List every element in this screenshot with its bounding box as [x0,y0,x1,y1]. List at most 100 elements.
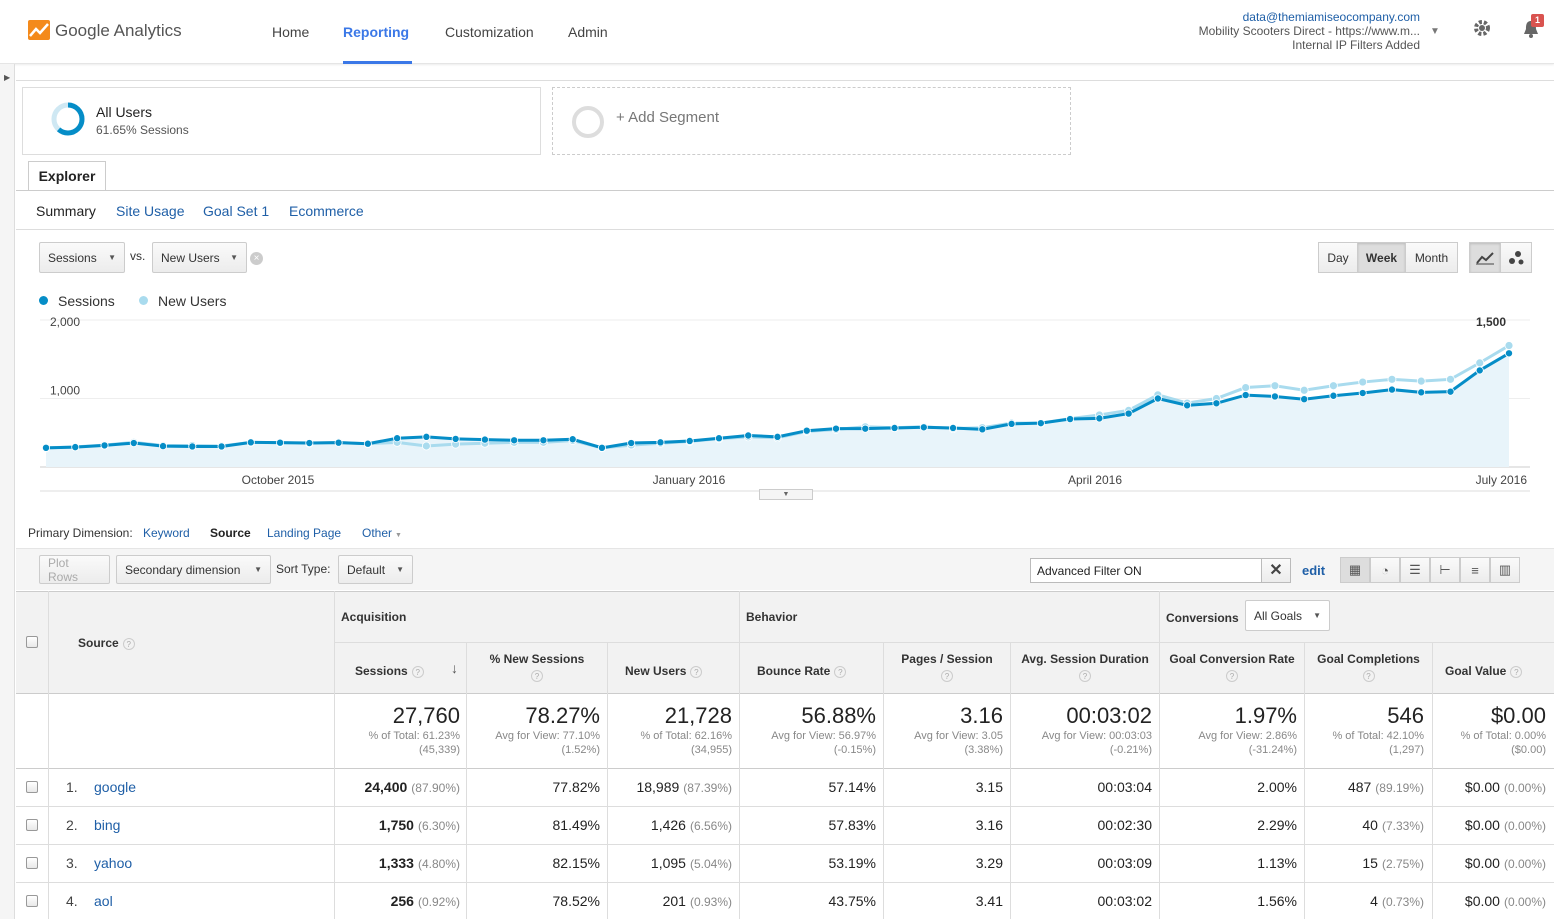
app-logo-text[interactable]: Google Analytics [55,21,182,41]
sessions-point [685,436,694,445]
sessions-point [188,442,197,451]
plot-rows-button[interactable]: Plot Rows [39,555,110,584]
top-nav-bar: Google Analytics Home Reporting Customiz… [0,0,1554,64]
performance-view-icon[interactable]: ☰ [1400,557,1430,583]
add-segment-label[interactable]: + Add Segment [616,109,719,126]
row-checkbox[interactable] [26,857,38,869]
help-icon[interactable]: ? [1226,669,1238,682]
help-icon[interactable]: ? [834,665,847,678]
cell-completions: 487 [1347,779,1372,795]
row-checkbox[interactable] [26,781,38,793]
cell-new-sessions: 81.49% [553,817,600,833]
source-link[interactable]: google [94,779,136,795]
add-segment-card[interactable]: + Add Segment [552,87,1071,155]
google-analytics-logo-icon[interactable] [28,20,50,40]
help-icon[interactable]: ? [1362,669,1375,682]
motion-chart-view-icon[interactable] [1500,242,1532,273]
select-all-checkbox[interactable] [26,636,38,648]
cell-source: yahoo [94,855,133,871]
col-header-bounce-rate[interactable]: Bounce Rate? [757,664,847,678]
help-icon[interactable]: ? [1510,665,1523,678]
expand-sidebar-icon[interactable]: ▶ [4,73,10,82]
help-icon[interactable]: ? [411,665,424,678]
cell-new_users: 201 [662,893,686,909]
sessions-area-fill [46,353,1509,467]
cell-bounce: 57.14% [828,779,876,795]
help-icon[interactable]: ? [531,669,543,682]
cell-bounce-rate: 57.14% [829,779,876,795]
metric-select-sessions[interactable]: Sessions ▼ [39,242,125,273]
cell-conv_rate: 2.00% [1257,779,1297,795]
dimension-source[interactable]: Source [210,526,251,540]
help-icon[interactable]: ? [941,669,953,682]
subtab-ecommerce[interactable]: Ecommerce [289,203,364,219]
gear-icon[interactable] [1472,18,1492,43]
cell-completions_pct: (7.33%) [1381,819,1424,833]
subtab-summary[interactable]: Summary [36,203,96,219]
edit-filter-link[interactable]: edit [1302,563,1325,578]
divider [16,806,1554,807]
help-icon[interactable]: ? [1079,669,1091,682]
x-axis-tick-label: October 2015 [242,473,315,487]
term-cloud-view-icon[interactable]: ≡ [1460,557,1490,583]
pie-view-icon[interactable]: ◔ [1370,557,1400,583]
col-header-new-users[interactable]: New Users? [625,664,703,678]
segment-card-all-users[interactable]: All Users 61.65% Sessions [22,87,541,155]
metric-select-new-users[interactable]: New Users ▼ [152,242,247,273]
source-link[interactable]: aol [94,893,113,909]
dimension-landing-page[interactable]: Landing Page [267,526,341,540]
sort-type-value: Default [347,562,386,577]
sort-arrow-down-icon[interactable]: ↓ [451,660,458,676]
line-chart-view-icon[interactable] [1469,242,1501,273]
dimension-keyword[interactable]: Keyword [143,526,190,540]
col-header-pages-session[interactable]: Pages / Session? [884,651,1010,683]
subtab-goal-set-1[interactable]: Goal Set 1 [203,203,269,219]
chevron-down-icon: ▼ [395,532,402,539]
secondary-dimension-select[interactable]: Secondary dimension ▼ [116,555,271,584]
help-icon[interactable]: ? [122,637,135,650]
row-checkbox[interactable] [26,819,38,831]
source-link[interactable]: yahoo [94,855,132,871]
period-week-button[interactable]: Week [1357,242,1406,273]
account-dropdown-icon[interactable]: ▼ [1430,26,1440,37]
divider [16,80,1554,81]
cell-new_users_pct: (5.04%) [689,857,732,871]
nav-tab-home[interactable]: Home [272,24,309,40]
row-checkbox[interactable] [26,895,38,907]
col-divider [883,642,884,919]
nav-tab-reporting[interactable]: Reporting [343,24,409,40]
account-selector[interactable]: data@themiamiseocompany.com Mobility Sco… [1199,10,1420,52]
col-header-goal-conversion-rate[interactable]: Goal Conversion Rate? [1160,651,1304,683]
col-header-new-sessions[interactable]: % New Sessions? [467,651,607,683]
new-users-point [1416,376,1426,386]
source-column-header[interactable]: Source? [78,636,135,650]
source-link[interactable]: bing [94,817,120,833]
dimension-other[interactable]: Other ▼ [362,526,402,540]
cell-goal-value: $0.00 (0.00%) [1465,779,1546,795]
period-day-button[interactable]: Day [1318,242,1358,273]
subtab-site-usage[interactable]: Site Usage [116,203,184,219]
advanced-filter-input[interactable]: Advanced Filter ON [1030,558,1291,583]
clear-filter-icon[interactable]: ✕ [1261,558,1291,583]
help-icon[interactable]: ? [690,665,703,678]
table-view-icon[interactable]: ▦ [1340,557,1370,583]
col-header-goal-completions[interactable]: Goal Completions? [1305,651,1432,683]
nav-tab-admin[interactable]: Admin [568,24,608,40]
cell-new_users_pct: (6.56%) [689,819,732,833]
comparison-view-icon[interactable]: ⊢ [1430,557,1460,583]
cell-source: bing [94,817,121,833]
sort-type-select[interactable]: Default ▼ [338,555,413,584]
col-header-avg-session-duration[interactable]: Avg. Session Duration? [1011,651,1159,683]
chart-resize-handle[interactable]: ▼ [759,489,813,500]
period-month-button[interactable]: Month [1405,242,1458,273]
sessions-line-chart[interactable]: 2,0001,0001,500750October 2015January 20… [0,310,1554,510]
account-email[interactable]: data@themiamiseocompany.com [1199,10,1420,24]
goals-select[interactable]: All Goals ▼ [1245,600,1330,631]
cell-new_sessions: 81.49% [552,817,600,833]
tab-explorer[interactable]: Explorer [28,161,106,191]
pivot-view-icon[interactable]: ▥ [1490,557,1520,583]
remove-comparison-icon[interactable]: × [250,252,263,265]
col-header-sessions[interactable]: Sessions? [355,664,424,678]
col-header-goal-value[interactable]: Goal Value? [1445,664,1523,678]
nav-tab-customization[interactable]: Customization [445,24,534,40]
